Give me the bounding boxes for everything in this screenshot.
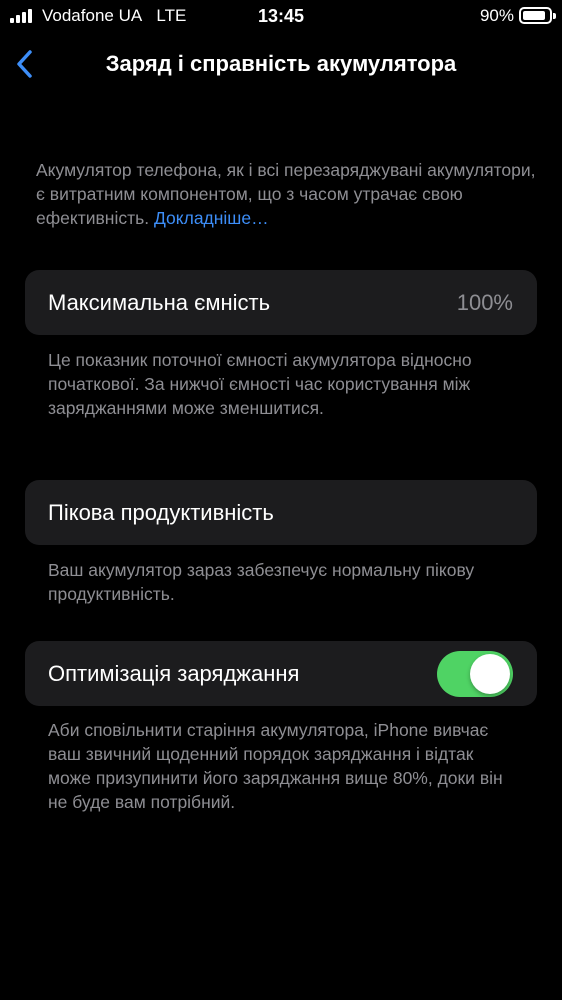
peak-performance-footnote: Ваш акумулятор зараз забезпечує нормальн… <box>48 560 475 604</box>
peak-performance-label: Пікова продуктивність <box>48 500 274 525</box>
max-capacity-value: 100% <box>456 290 513 315</box>
status-bar: Vodafone UA LTE 13:45 90% <box>0 0 562 32</box>
optimized-charging-footnote: Аби сповільнити старіння акумулятора, iP… <box>48 720 503 812</box>
max-capacity-row: Максимальна ємність 100% <box>25 270 537 335</box>
page-title: Заряд і справність акумулятора <box>105 51 457 76</box>
battery-percent: 90% <box>479 6 514 25</box>
navigation-bar: Заряд і справність акумулятора <box>0 36 562 92</box>
intro-text: Акумулятор телефона, як і всі перезарядж… <box>36 158 536 230</box>
optimized-charging-row: Оптимізація заряджання <box>25 641 537 706</box>
optimized-charging-label: Оптимізація заряджання <box>48 661 300 686</box>
battery-level-fill <box>523 11 546 20</box>
toggle-knob <box>470 654 510 694</box>
max-capacity-label: Максимальна ємність <box>48 290 271 315</box>
max-capacity-footnote: Це показник поточної ємності акумулятора… <box>48 350 472 418</box>
battery-nub <box>553 13 556 19</box>
status-time: 13:45 <box>257 6 305 26</box>
peak-performance-row: Пікова продуктивність <box>25 480 537 545</box>
learn-more-link[interactable]: Докладніше… <box>154 208 269 228</box>
optimized-charging-toggle[interactable] <box>437 651 513 697</box>
battery-icon <box>519 7 556 24</box>
battery-health-screen: Vodafone UA LTE 13:45 90% Заряд і справн… <box>0 0 562 1000</box>
intro-body: Акумулятор телефона, як і всі перезарядж… <box>36 160 536 228</box>
